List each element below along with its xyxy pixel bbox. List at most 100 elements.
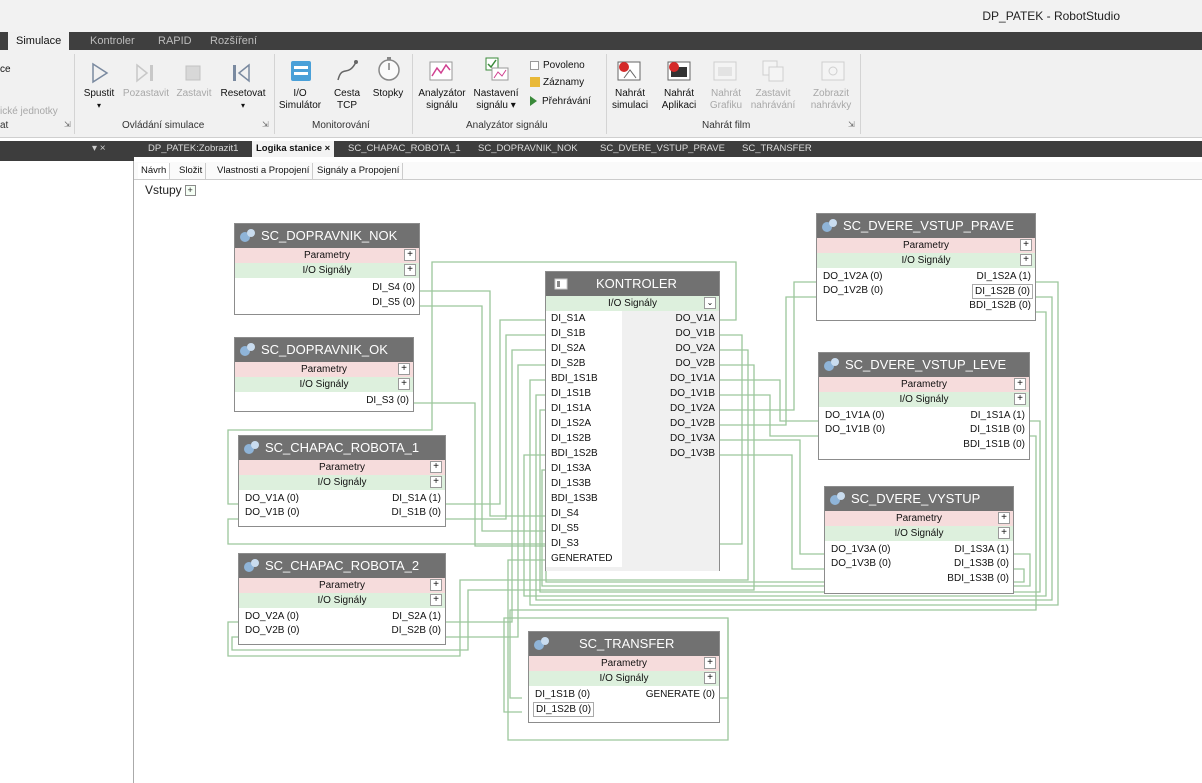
output-port[interactable]: DI_S2A (1) [392, 610, 441, 623]
input-port[interactable]: DO_V2A (0) [245, 610, 299, 623]
parametry-section[interactable]: Parametry + [819, 377, 1029, 392]
input-port[interactable]: DO_1V1A (0) [825, 409, 884, 422]
parametry-section[interactable]: Parametry + [825, 511, 1013, 526]
expand-button[interactable]: + [404, 264, 416, 276]
input-port[interactable]: DO_V1A (0) [245, 492, 299, 505]
collapse-button[interactable]: ⌄ [704, 297, 716, 309]
io-section[interactable]: I/O Signály + [235, 263, 419, 278]
kontroler-input-port[interactable]: BDI_1S1B [546, 371, 622, 387]
kontroler-input-port[interactable]: DI_S1B [546, 326, 622, 342]
input-port[interactable]: DI_1S1B (0) [535, 688, 590, 701]
expand-button[interactable]: + [998, 527, 1010, 539]
node-header[interactable]: SC_CHAPAC_ROBOTA_1 [239, 436, 445, 460]
expand-button[interactable]: + [704, 657, 716, 669]
expand-button[interactable]: + [430, 579, 442, 591]
input-port[interactable]: DO_V2B (0) [245, 624, 299, 637]
kontroler-input-port[interactable]: DI_1S1A [546, 401, 622, 417]
expand-button[interactable]: + [430, 461, 442, 473]
io-section[interactable]: I/O Signály + [819, 392, 1029, 407]
output-port[interactable]: DI_1S2B (0) [971, 284, 1033, 299]
input-port[interactable]: DI_1S2B (0) [533, 702, 595, 717]
output-port[interactable]: DI_S3 (0) [366, 394, 409, 407]
output-port[interactable]: DI_1S1B (0) [970, 423, 1025, 436]
expand-button[interactable]: + [430, 476, 442, 488]
kontroler-input-port[interactable]: DI_S2A [546, 341, 622, 357]
expand-button[interactable]: + [404, 249, 416, 261]
node-header[interactable]: SC_DVERE_VYSTUP [825, 487, 1013, 511]
parametry-section[interactable]: Parametry + [817, 238, 1035, 253]
kontroler-output-port[interactable]: DO_1V1A [670, 371, 715, 386]
kontroler-input-port[interactable]: DI_S1A [546, 311, 622, 327]
output-port[interactable]: DI_1S1A (1) [971, 409, 1025, 422]
node-chapac-robota-2[interactable]: SC_CHAPAC_ROBOTA_2 Parametry + I/O Signál… [238, 553, 446, 645]
node-dopravnik-nok[interactable]: SC_DOPRAVNIK_NOK Parametry + I/O Signály +… [234, 223, 420, 315]
expand-button[interactable]: + [398, 363, 410, 375]
kontroler-output-port[interactable]: DO_1V3B [670, 446, 715, 461]
kontroler-output-port[interactable]: DO_V1A [676, 311, 715, 326]
node-dvere-vystup[interactable]: SC_DVERE_VYSTUP Parametry + I/O Signály + … [824, 486, 1014, 594]
input-port[interactable]: DO_V1B (0) [245, 506, 299, 519]
output-port[interactable]: DI_1S3B (0) [954, 557, 1009, 570]
expand-button[interactable]: + [1020, 254, 1032, 266]
expand-button[interactable]: + [998, 512, 1010, 524]
kontroler-output-port[interactable]: DO_1V2A [670, 401, 715, 416]
node-header[interactable]: SC_CHAPAC_ROBOTA_2 [239, 554, 445, 578]
output-port[interactable]: DI_1S3A (1) [955, 543, 1009, 556]
kontroler-output-port[interactable]: DO_V2B [676, 356, 715, 371]
parametry-section[interactable]: Parametry + [239, 460, 445, 475]
expand-button[interactable]: + [1014, 378, 1026, 390]
kontroler-input-port[interactable]: DI_S3 [546, 536, 622, 552]
expand-button[interactable]: + [704, 672, 716, 684]
output-port[interactable]: DI_S1A (1) [392, 492, 441, 505]
kontroler-input-port[interactable]: DI_S5 [546, 521, 622, 537]
output-port[interactable]: BDI_1S2B (0) [969, 299, 1031, 312]
output-port[interactable]: DI_S1B (0) [392, 506, 441, 519]
output-port[interactable]: BDI_1S1B (0) [963, 438, 1025, 451]
parametry-section[interactable]: Parametry + [235, 248, 419, 263]
kontroler-input-port[interactable]: DI_S4 [546, 506, 622, 522]
node-dopravnik-ok[interactable]: SC_DOPRAVNIK_OK Parametry + I/O Signály + … [234, 337, 414, 412]
io-section[interactable]: I/O Signály + [825, 526, 1013, 541]
kontroler-input-port[interactable]: DI_1S3B [546, 476, 622, 492]
parametry-section[interactable]: Parametry + [235, 362, 413, 377]
node-header[interactable]: SC_DOPRAVNIK_OK [235, 338, 413, 362]
kontroler-input-port[interactable]: DI_1S2B [546, 431, 622, 447]
kontroler-input-port[interactable]: DI_1S3A [546, 461, 622, 477]
input-port[interactable]: DO_1V3B (0) [831, 557, 891, 570]
input-port[interactable]: DO_1V2A (0) [823, 270, 882, 283]
kontroler-input-port[interactable]: BDI_1S3B [546, 491, 622, 507]
node-header[interactable]: KONTROLER [546, 272, 719, 296]
output-port[interactable]: BDI_1S3B (0) [947, 572, 1009, 585]
output-port[interactable]: DI_S4 (0) [372, 281, 415, 294]
node-header[interactable]: SC_DOPRAVNIK_NOK [235, 224, 419, 248]
kontroler-input-port[interactable]: GENERATED [546, 551, 622, 567]
output-port[interactable]: DI_1S2A (1) [977, 270, 1031, 283]
expand-button[interactable]: + [1014, 393, 1026, 405]
io-section[interactable]: I/O Signály + [817, 253, 1035, 268]
parametry-section[interactable]: Parametry + [239, 578, 445, 593]
io-section[interactable]: I/O Signály + [529, 671, 719, 686]
input-port[interactable]: DO_1V3A (0) [831, 543, 890, 556]
node-header[interactable]: SC_DVERE_VSTUP_PRAVE [817, 214, 1035, 238]
io-section[interactable]: I/O Signály + [235, 377, 413, 392]
io-section[interactable]: I/O Signály ⌄ [546, 296, 719, 311]
kontroler-input-port[interactable]: DI_1S2A [546, 416, 622, 432]
node-header[interactable]: SC_DVERE_VSTUP_LEVE [819, 353, 1029, 377]
kontroler-output-port[interactable]: DO_1V1B [670, 386, 715, 401]
output-port[interactable]: DI_S5 (0) [372, 296, 415, 309]
output-port[interactable]: DI_S2B (0) [392, 624, 441, 637]
node-dvere-vstup-prave[interactable]: SC_DVERE_VSTUP_PRAVE Parametry + I/O Sign… [816, 213, 1036, 321]
node-transfer[interactable]: SC_TRANSFER Parametry + I/O Signály + DI_1… [528, 631, 720, 723]
node-chapac-robota-1[interactable]: SC_CHAPAC_ROBOTA_1 Parametry + I/O Signál… [238, 435, 446, 527]
io-section[interactable]: I/O Signály + [239, 593, 445, 608]
node-header[interactable]: SC_TRANSFER [529, 632, 719, 656]
kontroler-output-port[interactable]: DO_V1B [676, 326, 715, 341]
input-port[interactable]: DO_1V2B (0) [823, 284, 883, 297]
kontroler-input-port[interactable]: DI_1S1B [546, 386, 622, 402]
output-port[interactable]: GENERATE (0) [646, 688, 715, 701]
expand-button[interactable]: + [398, 378, 410, 390]
kontroler-input-port[interactable]: BDI_1S2B [546, 446, 622, 462]
expand-button[interactable]: + [430, 594, 442, 606]
kontroler-output-port[interactable]: DO_V2A [676, 341, 715, 356]
expand-button[interactable]: + [1020, 239, 1032, 251]
